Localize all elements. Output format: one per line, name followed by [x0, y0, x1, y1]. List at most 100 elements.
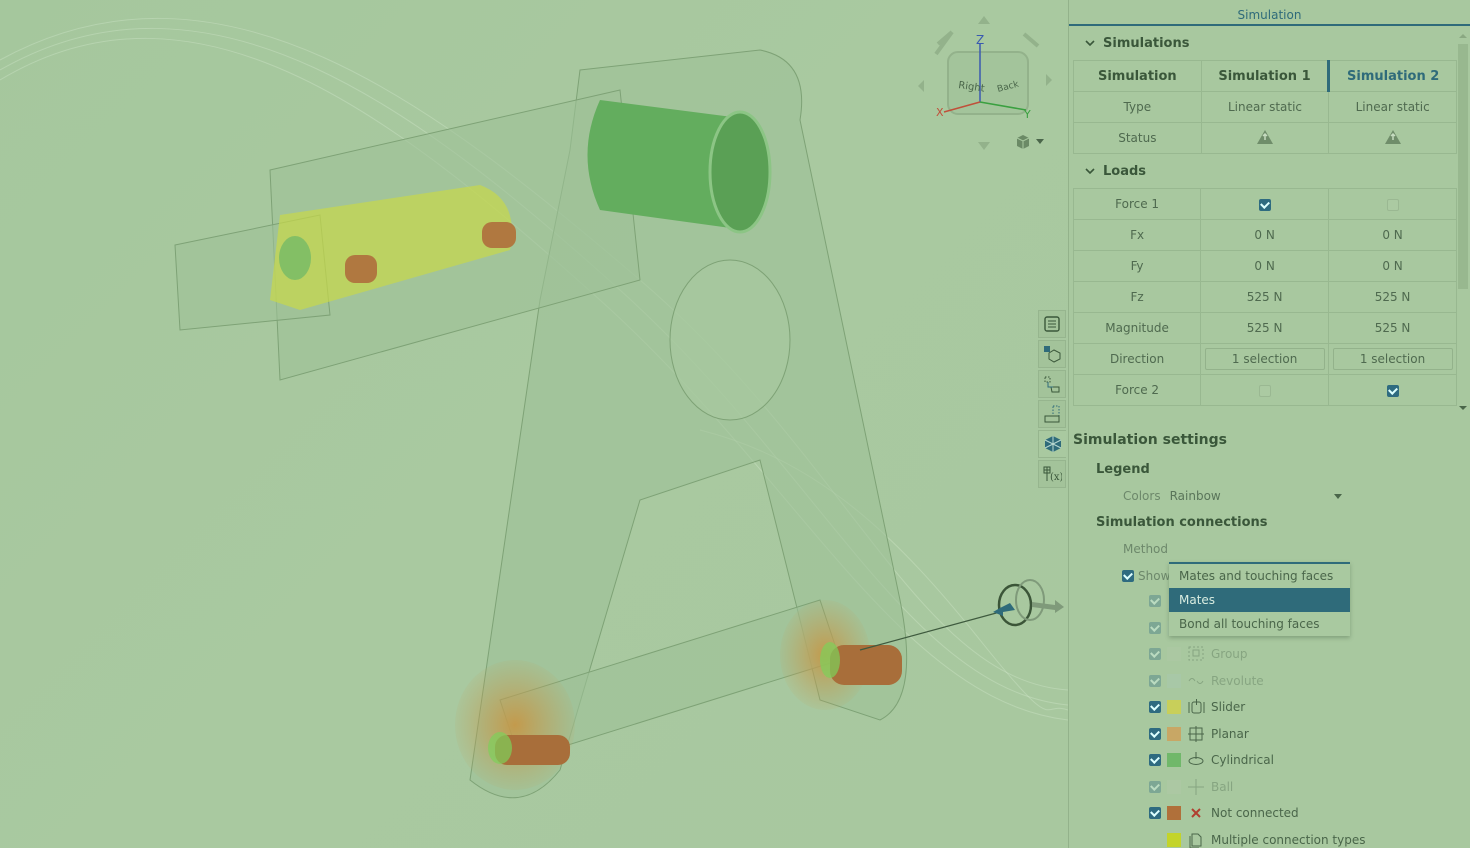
legend-checkbox[interactable]	[1149, 780, 1161, 793]
tool-mates-button[interactable]	[1038, 370, 1066, 398]
method-option-mates[interactable]: Mates	[1169, 588, 1350, 612]
table-row: Type Linear static Linear static	[1073, 91, 1457, 123]
legend-item: Multiple connection types	[1069, 827, 1470, 848]
column-header-simulation-1[interactable]: Simulation 1	[1200, 60, 1330, 92]
tool-simulation-button[interactable]	[1038, 430, 1066, 458]
panel-tool-strip: (x)	[1038, 310, 1068, 490]
panel-scrollbar[interactable]	[1458, 32, 1468, 412]
simulations-table: Simulation Simulation 1 Simulation 2 Typ…	[1073, 60, 1457, 154]
legend-item: Revolute	[1069, 668, 1470, 695]
tool-boundary-button[interactable]	[1038, 400, 1066, 428]
loads-table: Force 1 Fx 0 N 0 N Fy 0 N 0 N Fz 525 N 5…	[1072, 188, 1457, 406]
legend-checkbox[interactable]	[1149, 648, 1161, 661]
warning-icon[interactable]	[1384, 129, 1402, 145]
legend-label: Multiple connection types	[1211, 832, 1366, 847]
variables-icon: (x)	[1043, 466, 1062, 483]
direction-selection-button[interactable]: 1 selection	[1332, 348, 1453, 370]
show-checkbox[interactable]	[1122, 569, 1134, 582]
connections-heading: Simulation connections	[1096, 514, 1268, 530]
chevron-down-icon	[1085, 40, 1095, 47]
method-label: Method	[1123, 541, 1169, 556]
legend-item: Slider	[1069, 694, 1470, 721]
fy-value: 0 N	[1328, 250, 1457, 282]
tool-variables-button[interactable]: (x)	[1038, 460, 1066, 488]
force2-sim2-checkbox[interactable]	[1386, 384, 1399, 397]
force1-sim1-checkbox[interactable]	[1258, 198, 1271, 211]
legend-color-swatch[interactable]	[1167, 700, 1181, 715]
force2-sim1-checkbox[interactable]	[1258, 384, 1271, 397]
assembly-model[interactable]	[0, 0, 1068, 848]
view-down-arrow[interactable]	[978, 142, 990, 150]
fz-value: 525 N	[1200, 281, 1330, 313]
method-option-bond-all[interactable]: Bond all touching faces	[1169, 612, 1350, 636]
simulation-panel: Simulation Simulations Simulation Simula…	[1068, 0, 1470, 848]
rotate-right-arrow[interactable]	[1022, 32, 1040, 48]
legend-checkbox[interactable]	[1149, 595, 1161, 608]
settings-title: Simulation settings	[1073, 432, 1227, 448]
colors-select[interactable]: Rainbow	[1170, 489, 1342, 503]
legend-color-swatch[interactable]	[1167, 779, 1181, 794]
loads-section-label: Loads	[1103, 163, 1147, 179]
legend-checkbox[interactable]	[1149, 754, 1161, 767]
view-left-arrow[interactable]	[918, 80, 924, 92]
force1-sim2-checkbox[interactable]	[1386, 198, 1399, 211]
column-header: Simulation	[1073, 60, 1202, 92]
legend-label: Slider	[1211, 700, 1246, 715]
legend-checkbox[interactable]	[1149, 674, 1161, 687]
table-row: Magnitude 525 N 525 N	[1072, 312, 1457, 344]
fx-value: 0 N	[1328, 219, 1457, 251]
row-label: Fx	[1072, 219, 1202, 251]
legend-label: Group	[1211, 647, 1248, 662]
planar-icon	[1187, 725, 1205, 742]
multiple-connection-types-icon	[1187, 832, 1205, 848]
scroll-up-icon[interactable]	[1458, 32, 1468, 40]
legend-checkbox[interactable]	[1149, 807, 1161, 820]
scroll-down-icon[interactable]	[1458, 404, 1468, 412]
scroll-thumb[interactable]	[1458, 44, 1468, 289]
3d-viewport[interactable]: Z X Y Right Back (x)	[0, 0, 1068, 848]
mate-connector-icon	[1044, 376, 1060, 393]
legend-color-swatch[interactable]	[1167, 806, 1181, 821]
legend-label: Ball	[1211, 779, 1234, 794]
warning-icon[interactable]	[1256, 129, 1274, 145]
simulations-section-toggle[interactable]: Simulations	[1069, 26, 1470, 60]
method-dropdown-menu[interactable]: Mates and touching faces Mates Bond all …	[1169, 562, 1350, 636]
chevron-down-icon	[1085, 168, 1095, 175]
legend-item: Group	[1069, 641, 1470, 668]
fy-value: 0 N	[1200, 250, 1330, 282]
tool-list-button[interactable]	[1038, 310, 1066, 338]
row-label: Fy	[1072, 250, 1202, 282]
legend-checkbox[interactable]	[1149, 621, 1161, 634]
table-row: Force 2	[1072, 374, 1457, 406]
legend-checkbox[interactable]	[1149, 701, 1161, 714]
row-label: Magnitude	[1072, 312, 1202, 344]
legend-color-swatch[interactable]	[1167, 673, 1181, 688]
group-icon	[1187, 646, 1205, 662]
legend-color-swatch[interactable]	[1167, 726, 1181, 741]
cylindrical-icon	[1187, 752, 1205, 768]
legend-color-swatch[interactable]	[1167, 647, 1181, 662]
view-up-arrow[interactable]	[978, 16, 990, 24]
tool-appearance-button[interactable]	[1038, 340, 1066, 368]
legend-label: Cylindrical	[1211, 753, 1274, 768]
column-header-simulation-2[interactable]: Simulation 2	[1327, 60, 1457, 92]
panel-title: Simulation	[1069, 0, 1470, 26]
rotate-left-arrow[interactable]	[934, 30, 954, 56]
legend-checkbox[interactable]	[1149, 727, 1161, 740]
view-right-arrow[interactable]	[1046, 74, 1052, 86]
legend-color-swatch[interactable]	[1167, 832, 1181, 847]
legend-item: Not connected	[1069, 800, 1470, 827]
view-mode-dropdown[interactable]	[1014, 132, 1050, 152]
type-value: Linear static	[1200, 91, 1330, 123]
method-option-mates-touching[interactable]: Mates and touching faces	[1169, 564, 1350, 588]
row-label: Status	[1073, 122, 1202, 154]
legend-label: Revolute	[1211, 673, 1264, 688]
legend-item: Ball	[1069, 774, 1470, 801]
row-label: Type	[1073, 91, 1202, 123]
loads-section-toggle[interactable]: Loads	[1069, 154, 1470, 188]
axis-z-label: Z	[976, 33, 984, 47]
row-label: Fz	[1072, 281, 1202, 313]
legend-color-swatch[interactable]	[1167, 753, 1181, 768]
chevron-down-icon	[1036, 139, 1044, 144]
direction-selection-button[interactable]: 1 selection	[1204, 348, 1325, 370]
